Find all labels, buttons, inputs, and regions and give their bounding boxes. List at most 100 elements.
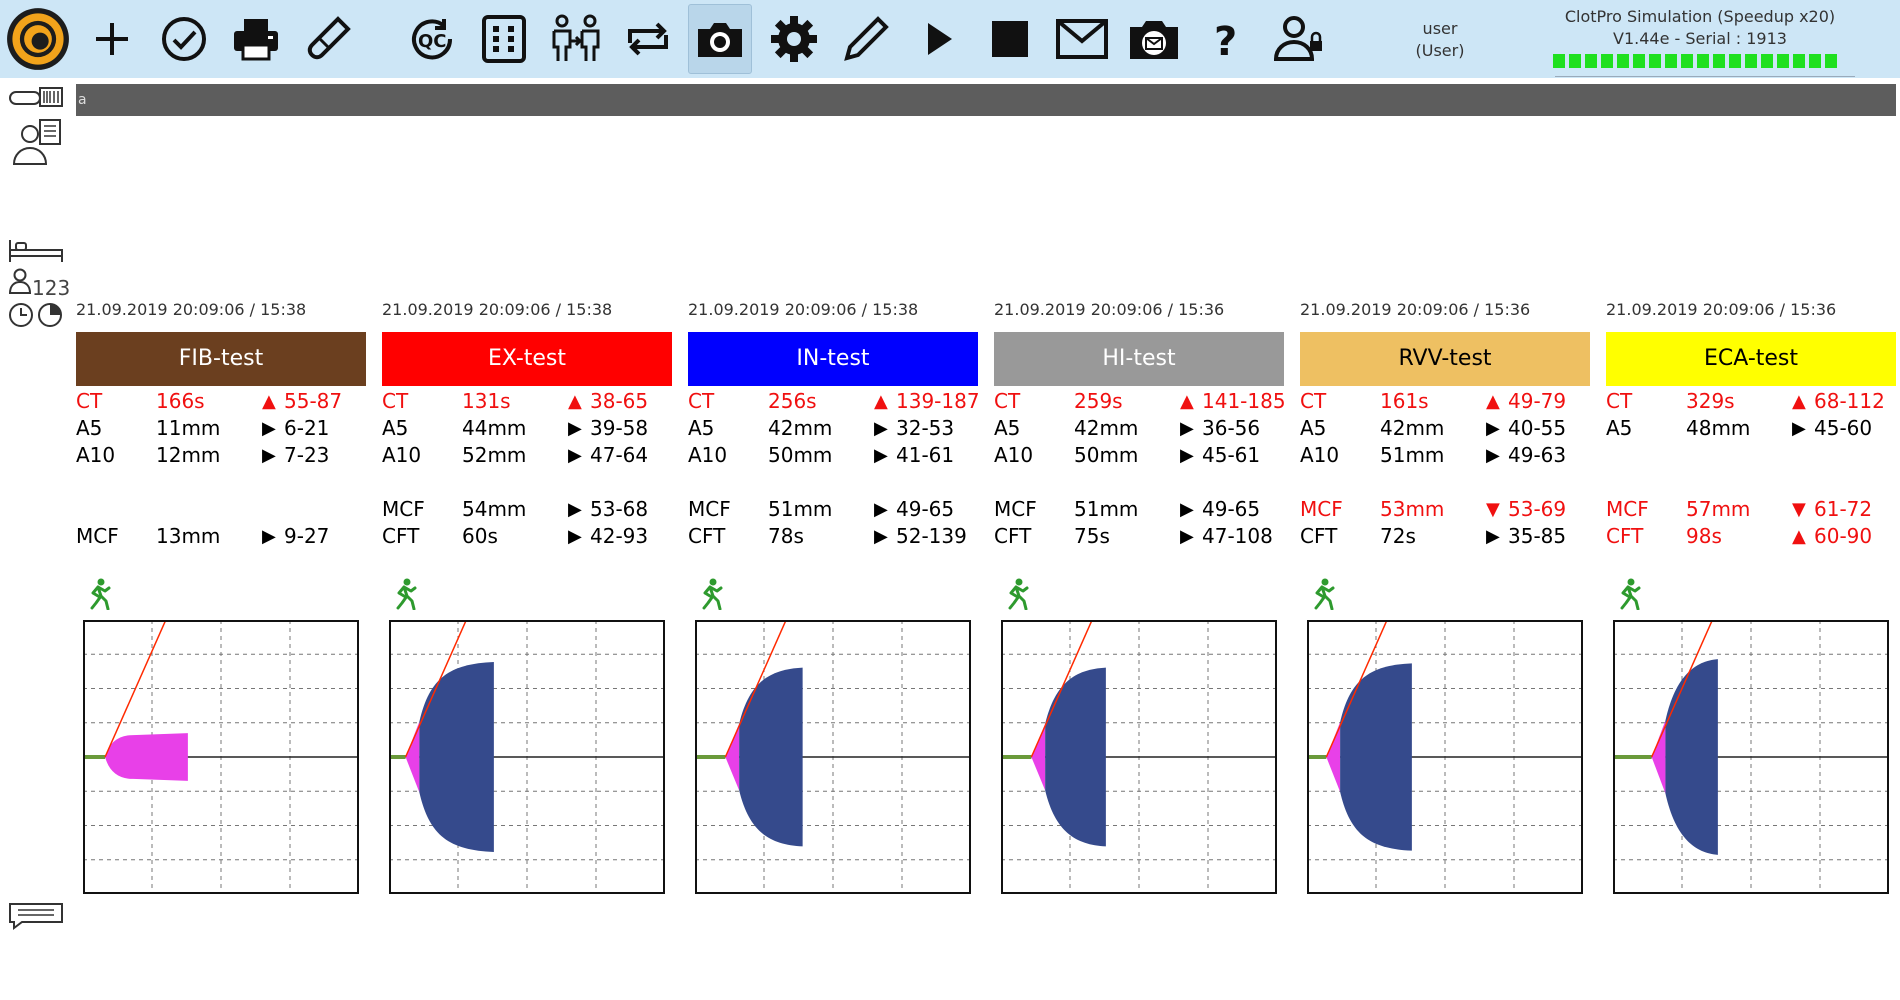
comment-icon[interactable] <box>8 902 64 930</box>
range-indicator: ▶ <box>1180 499 1194 520</box>
clot-curve <box>1340 663 1412 851</box>
range-indicator: ▶ <box>874 418 888 439</box>
edit-button[interactable] <box>834 4 898 74</box>
reference-range: 49-65 <box>1202 497 1261 521</box>
parameter-value: 44mm <box>462 416 527 440</box>
parameter-name: A10 <box>1300 443 1340 467</box>
parameter-value: 259s <box>1074 389 1123 413</box>
running-status-icon <box>396 578 417 610</box>
status-led <box>1745 54 1757 68</box>
swap-button[interactable] <box>616 4 680 74</box>
sample-id-bar[interactable]: a <box>76 84 1896 116</box>
reference-range: 9-27 <box>284 524 330 548</box>
status-led <box>1633 54 1645 68</box>
test-name-header[interactable]: FIB-test <box>76 332 366 386</box>
barcode-reader-icon[interactable] <box>8 86 64 108</box>
status-led <box>1601 54 1613 68</box>
status-led <box>1569 54 1581 68</box>
parameter-name: CT <box>994 389 1021 413</box>
thromboelastogram-chart <box>83 620 359 894</box>
parameter-name: CT <box>1300 389 1327 413</box>
reference-range: 40-55 <box>1508 416 1567 440</box>
status-led <box>1825 54 1837 68</box>
range-indicator: ▲ <box>1180 391 1194 412</box>
help-button[interactable]: ? <box>1194 4 1258 74</box>
range-indicator: ▶ <box>1792 418 1806 439</box>
bed-icon[interactable] <box>8 238 64 264</box>
keypad-button[interactable] <box>472 4 536 74</box>
printer-icon <box>234 19 278 61</box>
parameter-row-cft: CFT 72s ▶ 35-85 <box>1300 523 1590 550</box>
parameter-row-a10: A10 12mm ▶ 7-23 <box>76 442 366 469</box>
range-indicator: ▶ <box>1486 526 1500 547</box>
parameter-value: 131s <box>462 389 511 413</box>
range-indicator: ▶ <box>262 526 276 547</box>
reference-range: 47-108 <box>1202 524 1273 548</box>
parameter-name: CFT <box>688 524 726 548</box>
settings-button[interactable] <box>762 4 826 74</box>
qc-button[interactable]: QC <box>400 4 464 74</box>
range-indicator: ▶ <box>1180 526 1194 547</box>
gear-icon <box>771 16 817 62</box>
reference-range: 52-139 <box>896 524 967 548</box>
clock-icon[interactable] <box>8 302 64 328</box>
status-led <box>1649 54 1661 68</box>
parameter-value: 11mm <box>156 416 221 440</box>
pipette-button[interactable] <box>296 4 360 74</box>
camera-button[interactable] <box>688 4 752 74</box>
clot-curve <box>739 667 803 847</box>
mail-button[interactable] <box>1050 4 1114 74</box>
confirm-button[interactable] <box>152 4 216 74</box>
parameter-value: 52mm <box>462 443 527 467</box>
status-led <box>1761 54 1773 68</box>
status-led <box>1809 54 1821 68</box>
parameter-value: 161s <box>1380 389 1429 413</box>
clot-curve <box>419 661 494 853</box>
parameter-value: 51mm <box>1380 443 1445 467</box>
reference-range: 38-65 <box>590 389 649 413</box>
play-button[interactable] <box>906 4 970 74</box>
range-indicator: ▶ <box>1180 418 1194 439</box>
parameter-row-ct: CT 161s ▲ 49-79 <box>1300 388 1590 415</box>
parameter-value: 53mm <box>1380 497 1445 521</box>
range-indicator: ▲ <box>1486 391 1500 412</box>
status-led <box>1697 54 1709 68</box>
print-button[interactable] <box>224 4 288 74</box>
status-led <box>1777 54 1789 68</box>
range-indicator: ▶ <box>874 445 888 466</box>
patient-count: 123 <box>32 276 71 300</box>
divider <box>1555 76 1855 77</box>
parameter-row-a10: A10 50mm ▶ 45-61 <box>994 442 1284 469</box>
reference-range: 49-63 <box>1508 443 1567 467</box>
stop-icon <box>992 21 1028 57</box>
range-indicator: ▶ <box>1180 445 1194 466</box>
camera-mail-button[interactable] <box>1122 4 1186 74</box>
test-name-header[interactable]: ECA-test <box>1606 332 1896 386</box>
range-indicator: ▶ <box>1486 445 1500 466</box>
parameter-value: 57mm <box>1686 497 1751 521</box>
user-lock-button[interactable] <box>1266 4 1330 74</box>
logo-button[interactable] <box>6 4 70 74</box>
user-name: user <box>1422 19 1458 38</box>
range-indicator: ▶ <box>568 445 582 466</box>
test-name-header[interactable]: EX-test <box>382 332 672 386</box>
status-led <box>1585 54 1597 68</box>
device-info: ClotPro Simulation (Speedup x20) V1.44e … <box>1520 6 1880 50</box>
reference-range: 36-56 <box>1202 416 1261 440</box>
stop-button[interactable] <box>978 4 1042 74</box>
parameter-name: A5 <box>994 416 1021 440</box>
status-led <box>1665 54 1677 68</box>
transfer-patient-button[interactable] <box>544 4 608 74</box>
test-name-header[interactable]: IN-test <box>688 332 978 386</box>
parameter-name: CFT <box>382 524 420 548</box>
test-name-header[interactable]: HI-test <box>994 332 1284 386</box>
test-name-header[interactable]: RVV-test <box>1300 332 1590 386</box>
patient-record-icon[interactable] <box>12 118 62 166</box>
reference-range: 49-79 <box>1508 389 1567 413</box>
running-status-icon <box>1620 578 1641 610</box>
range-indicator: ▲ <box>874 391 888 412</box>
parameter-name: A10 <box>688 443 728 467</box>
thromboelastogram-chart <box>1001 620 1277 894</box>
new-test-button[interactable] <box>80 4 144 74</box>
clot-curve <box>1045 667 1106 847</box>
